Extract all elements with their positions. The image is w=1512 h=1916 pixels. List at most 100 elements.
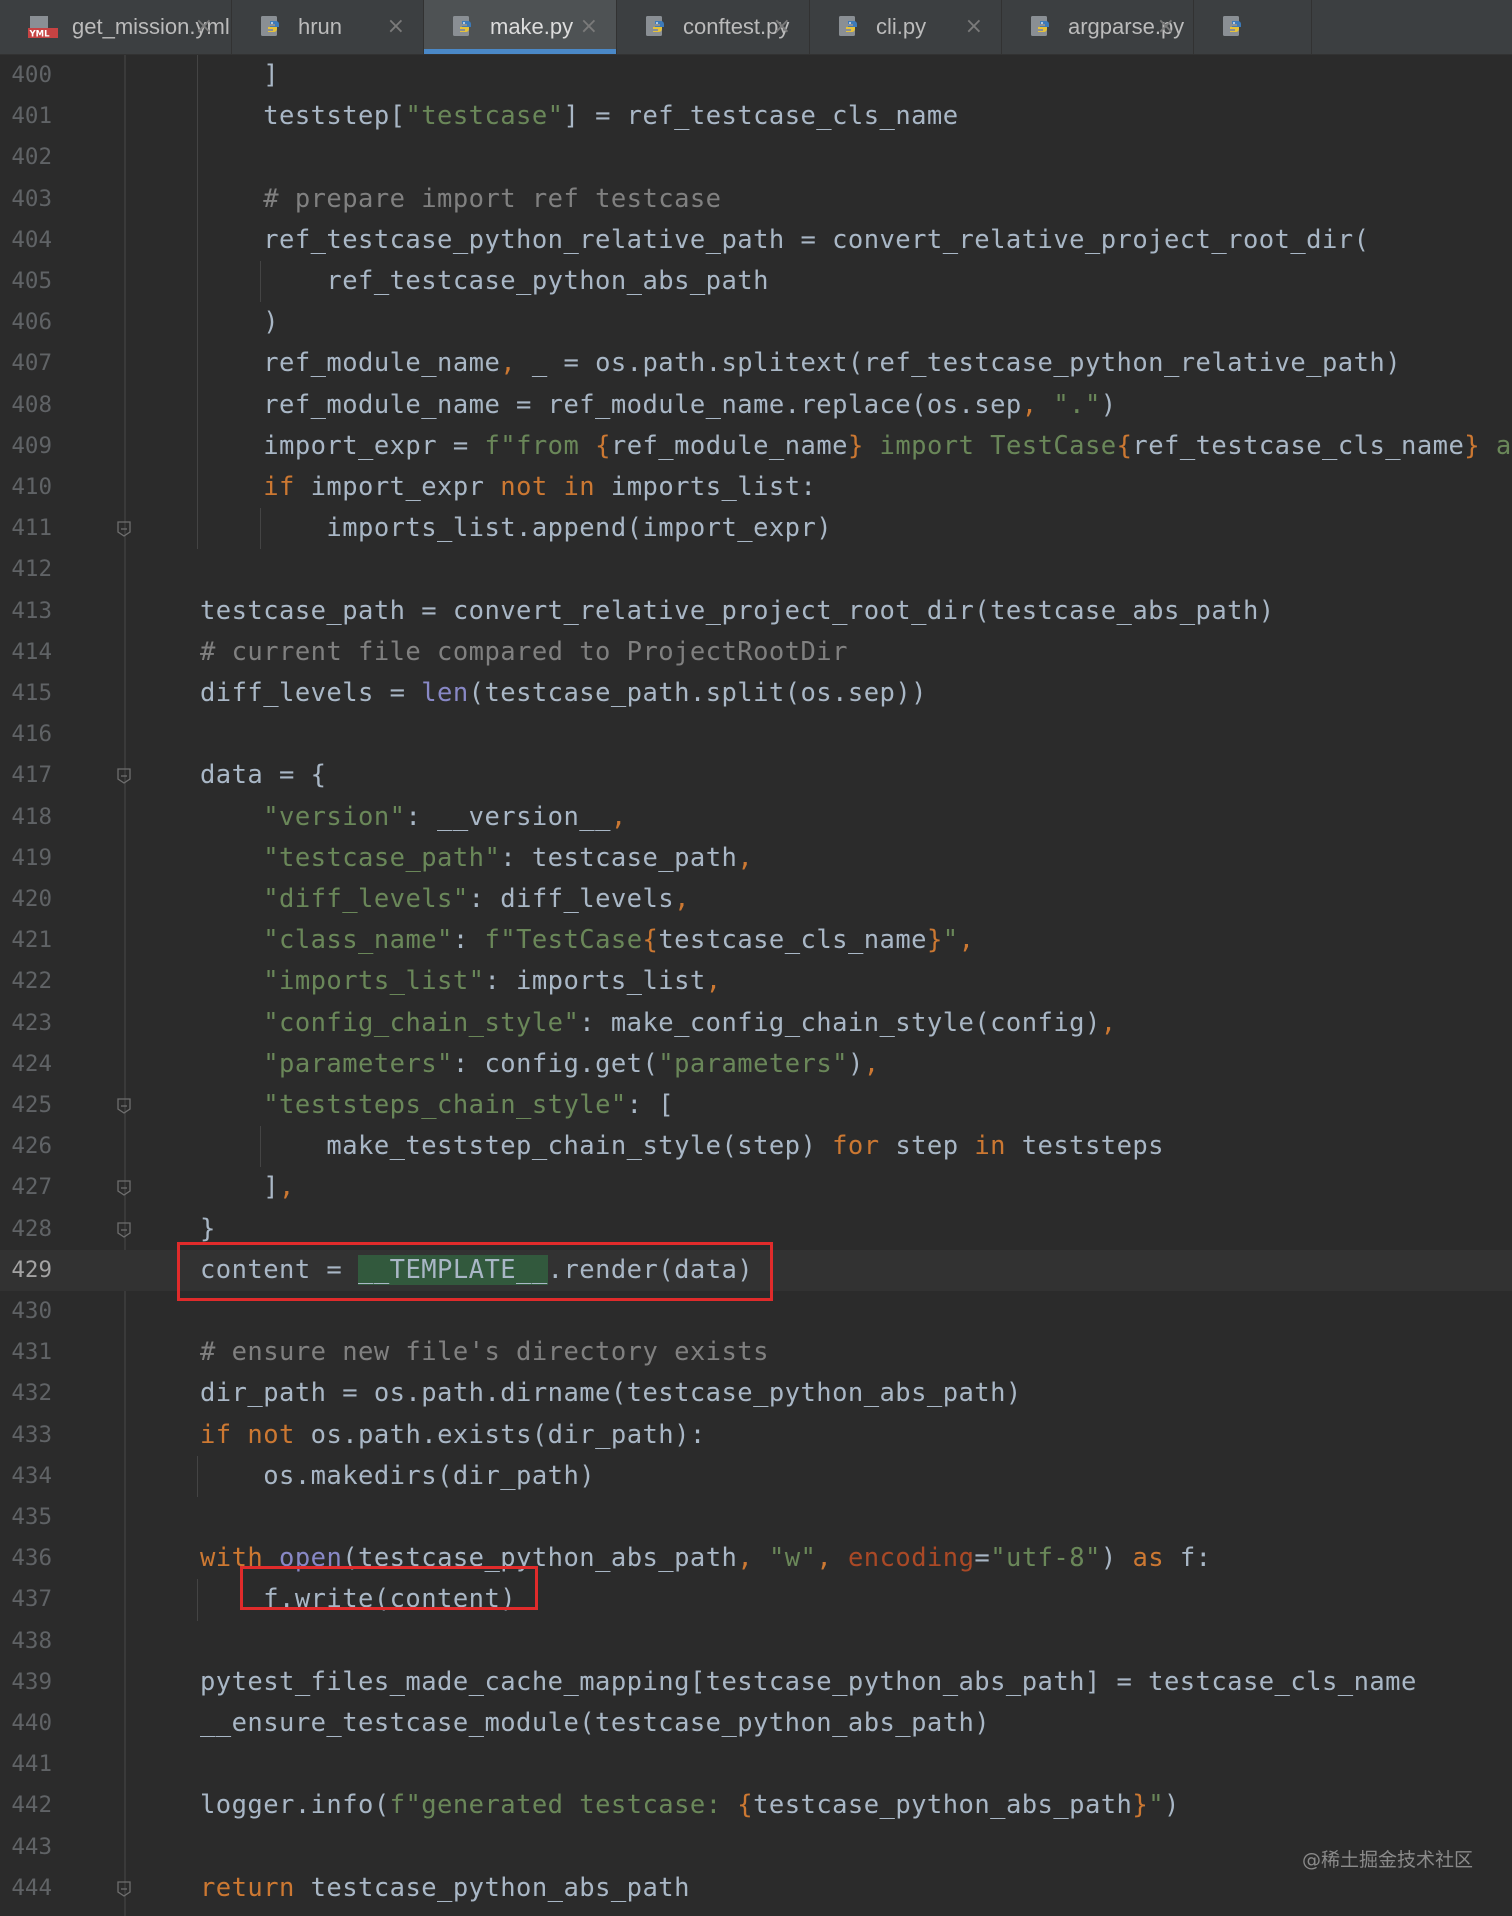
tab-hrun[interactable]: hrun × <box>232 0 424 54</box>
code-line[interactable]: 400 ] <box>0 55 1512 96</box>
code-text: ref_module_name = ref_module_name.replac… <box>200 389 1117 420</box>
tab-label: cli.py <box>876 14 927 39</box>
code-line[interactable]: 440 __ensure_testcase_module(testcase_pyt… <box>0 1703 1512 1744</box>
code-line[interactable]: 421 "class_name": f"TestCase{testcase_cl… <box>0 920 1512 961</box>
line-number: 404 <box>11 226 52 253</box>
line-number: 415 <box>11 680 52 706</box>
code-line[interactable]: 416 <box>0 714 1512 755</box>
line-number: 413 <box>11 597 52 624</box>
code-line[interactable]: 441 <box>0 1744 1512 1785</box>
code-line[interactable]: 404 ref_testcase_python_relative_path = … <box>0 220 1512 261</box>
indent-guide <box>260 508 262 550</box>
code-text: dir_path = os.path.dirname(testcase_pyth… <box>200 1378 1022 1409</box>
code-line[interactable]: 439 pytest_files_made_cache_mapping[testc… <box>0 1662 1512 1703</box>
code-text: os.makedirs(dir_path) <box>200 1460 596 1491</box>
line-number: 408 <box>11 391 52 418</box>
code-text: ref_testcase_python_abs_path <box>200 266 769 296</box>
code-line[interactable]: 419 "testcase_path": testcase_path, <box>0 838 1512 879</box>
line-number: 417 <box>11 762 52 789</box>
fold-marker-icon[interactable] <box>117 768 131 785</box>
code-line[interactable]: 425 "teststeps_chain_style": [ <box>0 1085 1512 1126</box>
line-number: 429 <box>11 1256 52 1283</box>
python-file-icon <box>839 16 857 36</box>
tab-conftest-py[interactable]: conftest.py × <box>617 0 810 54</box>
line-number: 431 <box>11 1339 52 1366</box>
code-text: ], <box>200 1172 295 1203</box>
fold-marker-icon[interactable] <box>117 521 131 537</box>
code-text: "diff_levels": diff_levels, <box>263 884 690 914</box>
line-number: 426 <box>11 1133 52 1160</box>
code-line[interactable]: 407 ref_module_name, _ = os.path.splitex… <box>0 343 1512 384</box>
close-icon[interactable]: × <box>965 14 983 39</box>
code-line[interactable]: 413 testcase_path = convert_relative_proj… <box>0 591 1512 632</box>
close-icon[interactable]: × <box>195 14 213 39</box>
tab-overflow[interactable] <box>1194 0 1312 54</box>
code-line[interactable]: 443 <box>0 1827 1512 1868</box>
tab-cli-py[interactable]: cli.py × <box>810 0 1002 54</box>
code-line[interactable]: 432 dir_path = os.path.dirname(testcase_p… <box>0 1373 1512 1414</box>
code-text: data = { <box>200 760 327 791</box>
close-icon[interactable]: × <box>387 14 405 39</box>
code-line[interactable]: 412 <box>0 549 1512 590</box>
svg-text:YML: YML <box>29 30 51 40</box>
code-line[interactable]: 406 ) <box>0 302 1512 343</box>
code-text: "testcase_path": testcase_path, <box>263 842 754 873</box>
code-line[interactable]: 433 if not os.path.exists(dir_path): <box>0 1415 1512 1456</box>
close-icon[interactable]: × <box>773 14 791 39</box>
code-line[interactable]: 408 ref_module_name = ref_module_name.re… <box>0 385 1512 426</box>
code-line[interactable]: 437 f.write(content) <box>0 1579 1512 1620</box>
code-editor[interactable]: 400 ] 401 teststep["testcase"] = ref_test… <box>0 55 1512 1916</box>
fold-marker-icon[interactable] <box>117 1098 131 1114</box>
code-line[interactable]: 409 import_expr = f"from {ref_module_nam… <box>0 426 1512 467</box>
code-line[interactable]: 418 "version": __version__, <box>0 797 1512 838</box>
fold-marker-icon[interactable] <box>117 1180 131 1197</box>
code-line[interactable]: 401 teststep["testcase"] = ref_testcase_… <box>0 96 1512 137</box>
line-number: 428 <box>11 1215 52 1242</box>
code-line[interactable]: 402 <box>0 137 1512 178</box>
code-line[interactable]: 426 make_teststep_chain_style(step) for … <box>0 1126 1512 1167</box>
close-icon[interactable]: × <box>580 14 598 39</box>
code-text: teststep["testcase"] = ref_testcase_cls_… <box>200 101 959 132</box>
code-line[interactable]: 415 diff_levels = len(testcase_path.split… <box>0 673 1512 714</box>
code-line[interactable]: 435 <box>0 1497 1512 1538</box>
code-line[interactable]: 434 os.makedirs(dir_path) <box>0 1456 1512 1497</box>
fold-marker-icon[interactable] <box>117 1881 131 1897</box>
close-icon[interactable]: × <box>1157 14 1175 39</box>
code-line[interactable]: 442 logger.info(f"generated testcase: {te… <box>0 1785 1512 1826</box>
code-line[interactable]: 424 "parameters": config.get("parameters… <box>0 1044 1512 1085</box>
code-text: imports_list.append(import_expr) <box>200 513 833 544</box>
code-line[interactable]: 423 "config_chain_style": make_config_ch… <box>0 1003 1512 1044</box>
tab-label: hrun <box>298 14 343 39</box>
code-line[interactable]: 417 data = { <box>0 755 1512 796</box>
line-number: 416 <box>11 721 52 748</box>
code-line[interactable]: 436 with open(testcase_python_abs_path, "… <box>0 1538 1512 1579</box>
code-text: return testcase_python_abs_path <box>200 1872 690 1903</box>
code-line[interactable]: 411 imports_list.append(import_expr) <box>0 508 1512 549</box>
code-line[interactable]: 422 "imports_list": imports_list, <box>0 961 1512 1002</box>
editor-tab-bar: YML get_mission.yml × hrun × make.py × conftest… <box>0 0 1512 55</box>
code-line[interactable]: 405 ref_testcase_python_abs_path <box>0 261 1512 302</box>
code-line[interactable]: 444 return testcase_python_abs_path <box>0 1868 1512 1909</box>
line-number: 400 <box>11 62 52 88</box>
code-line[interactable]: 431 # ensure new file's directory exists <box>0 1332 1512 1373</box>
code-text: "class_name": f"TestCase{testcase_cls_na… <box>263 925 975 956</box>
python-file-icon <box>261 16 279 36</box>
tab-make-py[interactable]: make.py × <box>424 0 617 54</box>
line-number: 401 <box>11 103 52 130</box>
code-text: # current file compared to ProjectRootDi… <box>200 636 848 667</box>
code-line[interactable]: 403 # prepare import ref testcase <box>0 179 1512 220</box>
code-line[interactable]: 410 if import_expr not in imports_list: <box>0 467 1512 508</box>
tab-argparse-py[interactable]: argparse.py × <box>1002 0 1194 54</box>
line-number: 414 <box>11 638 52 665</box>
fold-marker-icon[interactable] <box>117 1221 131 1238</box>
line-number: 423 <box>11 1009 52 1036</box>
code-line[interactable]: 438 <box>0 1621 1512 1662</box>
code-line[interactable]: 420 "diff_levels": diff_levels, <box>0 879 1512 920</box>
line-number: 418 <box>11 803 52 830</box>
python-file-icon <box>1031 16 1049 36</box>
code-line[interactable]: 427 ], <box>0 1167 1512 1208</box>
tab-get-mission-yml[interactable]: YML get_mission.yml × <box>0 0 232 54</box>
line-number: 419 <box>11 844 52 871</box>
code-text: "imports_list": imports_list, <box>263 966 722 997</box>
code-line[interactable]: 414 # current file compared to ProjectRoo… <box>0 632 1512 673</box>
